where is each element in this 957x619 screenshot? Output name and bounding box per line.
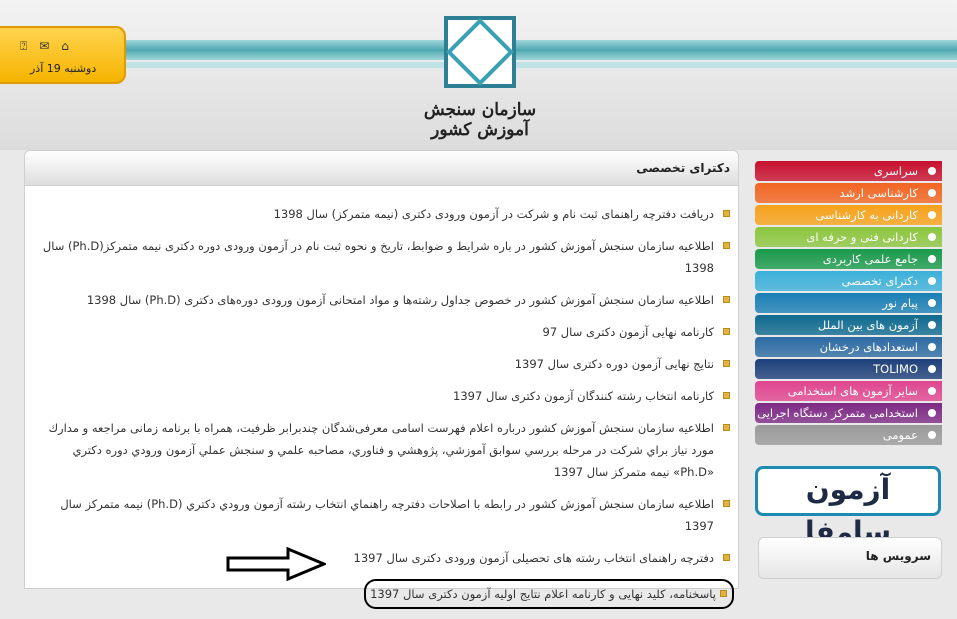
services-box: سرویس ها — [758, 537, 942, 579]
sidebar-item-label: کاردانی فنی و حرفه ای — [806, 230, 918, 244]
home-icon[interactable]: ⌂ — [61, 40, 69, 52]
sidebar-item[interactable]: عمومی — [755, 425, 942, 445]
bullet-icon — [723, 210, 730, 217]
current-date: دوشنبه 19 آذر — [30, 62, 97, 75]
sidebar-item-label: دکترای تخصصی — [841, 274, 918, 288]
bullet-icon — [723, 424, 730, 431]
news-item[interactable]: کارنامه نهایی آزمون دکتری سال 97 — [40, 321, 730, 343]
bullet-dot-icon — [928, 343, 936, 351]
bullet-dot-icon — [928, 299, 936, 307]
sidebar-item-label: سایر آزمون های استخدامی — [787, 384, 918, 398]
bullet-dot-icon — [928, 321, 936, 329]
sidebar-item[interactable]: دکترای تخصصی — [755, 271, 942, 291]
news-list: دریافت دفترچه راهنمای ثبت نام و شرکت در … — [40, 203, 734, 619]
sidebar-item[interactable]: سراسری — [755, 161, 942, 181]
bullet-icon — [723, 392, 730, 399]
bullet-dot-icon — [928, 167, 936, 175]
news-item-highlighted[interactable]: پاسخنامه، کلید نهایی و کارنامه اعلام نتا… — [364, 579, 734, 609]
sidebar-item[interactable]: کاردانی به کارشناسی — [755, 205, 942, 225]
sidebar-item[interactable]: استخدامی متمرکز دستگاه اجرایی — [755, 403, 942, 423]
sidebar-item[interactable]: استعدادهای درخشان — [755, 337, 942, 357]
sidebar-item-label: TOLIMO — [873, 362, 918, 376]
sidebar-item[interactable]: جامع علمی کاربردی — [755, 249, 942, 269]
bullet-dot-icon — [928, 431, 936, 439]
sidebar-item-label: سراسری — [873, 164, 918, 178]
sidebar-item-label: جامع علمی کاربردی — [822, 252, 918, 266]
sidebar-item-label: استعدادهای درخشان — [819, 340, 918, 354]
bullet-dot-icon — [928, 189, 936, 197]
section-title: دکترای تخصصی — [636, 161, 730, 175]
bullet-icon — [723, 242, 730, 249]
services-title: سرویس ها — [865, 549, 931, 563]
pointer-arrow-icon — [226, 547, 326, 581]
bullet-dot-icon — [928, 233, 936, 241]
sidebar-item-label: استخدامی متمرکز دستگاه اجرایی — [757, 406, 918, 420]
bullet-dot-icon — [928, 211, 936, 219]
news-item[interactable]: اطلاعیه سازمان سنجش آموزش کشور درباره اع… — [40, 417, 730, 483]
news-item[interactable]: اطلاعیه سازمان سنجش آموزش کشور در باره ش… — [40, 235, 730, 279]
help-icon[interactable]: ⍰ — [20, 40, 27, 52]
org-name: سازمان سنجش آموزش کشور — [423, 100, 537, 140]
bullet-icon — [723, 554, 730, 561]
bullet-dot-icon — [928, 277, 936, 285]
org-logo-icon[interactable] — [444, 16, 516, 88]
bullet-icon — [723, 360, 730, 367]
news-item[interactable]: دریافت دفترچه راهنمای ثبت نام و شرکت در … — [40, 203, 730, 225]
news-item[interactable]: دفترچه راهنمای انتخاب رشته های تحصیلی آز… — [40, 547, 730, 569]
bullet-dot-icon — [928, 409, 936, 417]
bullet-dot-icon — [928, 365, 936, 373]
sidebar-item-label: پیام نور — [882, 296, 918, 310]
news-item[interactable]: اطلاعیه سازمان سنجش آموزش کشور در خصوص ج… — [40, 289, 730, 311]
mail-icon[interactable]: ✉ — [39, 40, 49, 52]
date-box: ⍰ ✉ ⌂ دوشنبه 19 آذر — [0, 26, 126, 84]
bullet-icon — [723, 296, 730, 303]
bullet-dot-icon — [928, 387, 936, 395]
news-panel: دکترای تخصصی دریافت دفترچه راهنمای ثبت ن… — [24, 150, 739, 609]
bullet-icon — [723, 500, 730, 507]
bullet-dot-icon — [928, 255, 936, 263]
sidebar-item-label: کاردانی به کارشناسی — [815, 208, 918, 222]
sidebar-menu: سراسری کارشناسی ارشد کاردانی به کارشناسی کا… — [755, 161, 942, 447]
samfa-logo[interactable]: آزمون سامفا — [755, 466, 941, 548]
bullet-icon — [720, 590, 727, 597]
sidebar-item-label: آزمون های بین الملل — [817, 318, 918, 332]
sidebar-item[interactable]: TOLIMO — [755, 359, 942, 379]
panel-header: دکترای تخصصی — [25, 151, 738, 186]
sidebar-item-label: کارشناسی ارشد — [839, 186, 918, 200]
news-item[interactable]: اطلاعیه سازمان سنجش آموزش کشور در رابطه … — [40, 493, 730, 537]
sidebar-item[interactable]: سایر آزمون های استخدامی — [755, 381, 942, 401]
sidebar-item[interactable]: آزمون های بین الملل — [755, 315, 942, 335]
sidebar-item[interactable]: کاردانی فنی و حرفه ای — [755, 227, 942, 247]
bullet-icon — [723, 328, 730, 335]
header-banner: سازمان سنجش آموزش کشور — [0, 0, 957, 150]
news-item[interactable]: نتایج نهایی آزمون دوره دکتری سال 1397 — [40, 353, 730, 375]
sidebar-item-label: عمومی — [882, 428, 918, 442]
news-item[interactable]: کارنامه انتخاب رشته کنندگان آزمون دکتری … — [40, 385, 730, 407]
sidebar-item[interactable]: کارشناسی ارشد — [755, 183, 942, 203]
sidebar-item[interactable]: پیام نور — [755, 293, 942, 313]
